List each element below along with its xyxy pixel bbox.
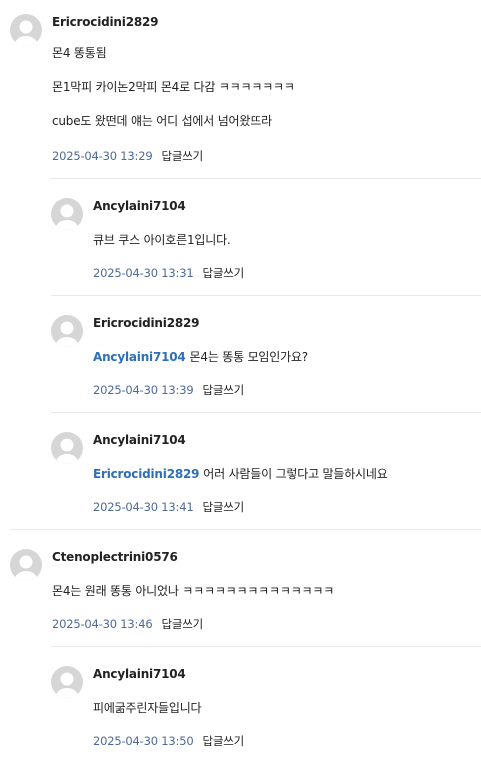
comment-body: 피에굶주린자들입니다 (93, 701, 202, 715)
comment-date: 2025-04-30 13:46 (52, 617, 153, 631)
comment: Ericrocidini2829 몬4 똥통됨몬1막피 카이논2막피 몬4로 다감… (10, 14, 481, 168)
reply-comment: Ancylaini7104 Ericrocidini2829 어러 사람들이 그렇다… (51, 432, 481, 519)
avatar-icon[interactable] (51, 315, 83, 347)
comment-author[interactable]: Ericrocidini2829 (93, 316, 199, 330)
reply-comment: Ancylaini7104 피에굶주린자들입니다 2025-04-30 13:50 답… (51, 666, 481, 753)
avatar-icon[interactable] (10, 14, 42, 46)
comment-author[interactable]: Ctenoplectrini0576 (52, 550, 178, 564)
comment-body: 몬4 똥통됨 (52, 46, 107, 60)
comment-date: 2025-04-30 13:41 (93, 500, 194, 514)
comment-date: 2025-04-30 13:39 (93, 383, 194, 397)
reply-button[interactable]: 답글쓰기 (202, 266, 244, 280)
comment-meta: 2025-04-30 13:29 답글쓰기 (52, 148, 203, 164)
reply-button[interactable]: 답글쓰기 (161, 149, 203, 163)
comment-body: 몬4는 원래 똥통 아니었나 ㅋㅋㅋㅋㅋㅋㅋㅋㅋㅋㅋㅋㅋㅋ (52, 584, 335, 598)
reply-button[interactable]: 답글쓰기 (161, 617, 203, 631)
mention-link[interactable]: Ancylaini7104 (93, 350, 186, 364)
comment-author[interactable]: Ancylaini7104 (93, 199, 186, 213)
avatar-icon[interactable] (51, 198, 83, 230)
comment-text: 몬1막피 카이논2막피 몬4로 다감 ㅋㅋㅋㅋㅋㅋㅋ (52, 78, 295, 95)
comment-text: 피에굶주린자들입니다 (93, 699, 202, 716)
avatar-icon[interactable] (51, 432, 83, 464)
comment-date: 2025-04-30 13:50 (93, 734, 194, 748)
comment-meta: 2025-04-30 13:50 답글쓰기 (93, 733, 244, 749)
comment-meta: 2025-04-30 13:39 답글쓰기 (93, 382, 244, 398)
avatar-icon[interactable] (51, 666, 83, 698)
reply-button[interactable]: 답글쓰기 (202, 500, 244, 514)
comment-body: 몬4는 똥통 모임인가요? (189, 350, 309, 364)
comment-divider (51, 295, 481, 296)
reply-button[interactable]: 답글쓰기 (202, 734, 244, 748)
comment-divider (51, 412, 481, 413)
comment-meta: 2025-04-30 13:31 답글쓰기 (93, 265, 244, 281)
reply-button[interactable]: 답글쓰기 (202, 383, 244, 397)
comment-author[interactable]: Ericrocidini2829 (52, 15, 158, 29)
comment-text: Ancylaini7104 몬4는 똥통 모임인가요? (93, 348, 308, 365)
comment-divider (51, 646, 481, 647)
comment-divider (10, 529, 481, 530)
comment-date: 2025-04-30 13:29 (52, 149, 153, 163)
comment-body: 어러 사람들이 그렇다고 말들하시네요 (203, 467, 388, 481)
comment-body: cube도 왔떤데 얘는 어디 섭에서 넘어왔뜨라 (52, 114, 272, 128)
reply-comment: Ancylaini7104 큐브 쿠스 아이호른1입니다. 2025-04-30 1… (51, 198, 481, 285)
comment-text: 몬4는 원래 똥통 아니었나 ㅋㅋㅋㅋㅋㅋㅋㅋㅋㅋㅋㅋㅋㅋ (52, 582, 334, 599)
comment-text: 큐브 쿠스 아이호른1입니다. (93, 231, 231, 248)
comment-author[interactable]: Ancylaini7104 (93, 433, 186, 447)
reply-comment: Ericrocidini2829 Ancylaini7104 몬4는 똥통 모임인가… (51, 315, 481, 402)
comment-body: 큐브 쿠스 아이호른1입니다. (93, 233, 231, 247)
comment-meta: 2025-04-30 13:46 답글쓰기 (52, 616, 203, 632)
comment-author[interactable]: Ancylaini7104 (93, 667, 186, 681)
comment-meta: 2025-04-30 13:41 답글쓰기 (93, 499, 244, 515)
avatar-icon[interactable] (10, 549, 42, 581)
comment: Ctenoplectrini0576 몬4는 원래 똥통 아니었나 ㅋㅋㅋㅋㅋㅋㅋ… (10, 549, 481, 636)
comment-date: 2025-04-30 13:31 (93, 266, 194, 280)
comment-divider (51, 178, 481, 179)
comment-text: cube도 왔떤데 얘는 어디 섭에서 넘어왔뜨라 (52, 112, 272, 129)
comment-body: 몬1막피 카이논2막피 몬4로 다감 ㅋㅋㅋㅋㅋㅋㅋ (52, 80, 295, 94)
comment-text: Ericrocidini2829 어러 사람들이 그렇다고 말들하시네요 (93, 465, 388, 482)
mention-link[interactable]: Ericrocidini2829 (93, 467, 199, 481)
comment-text: 몬4 똥통됨 (52, 44, 107, 61)
